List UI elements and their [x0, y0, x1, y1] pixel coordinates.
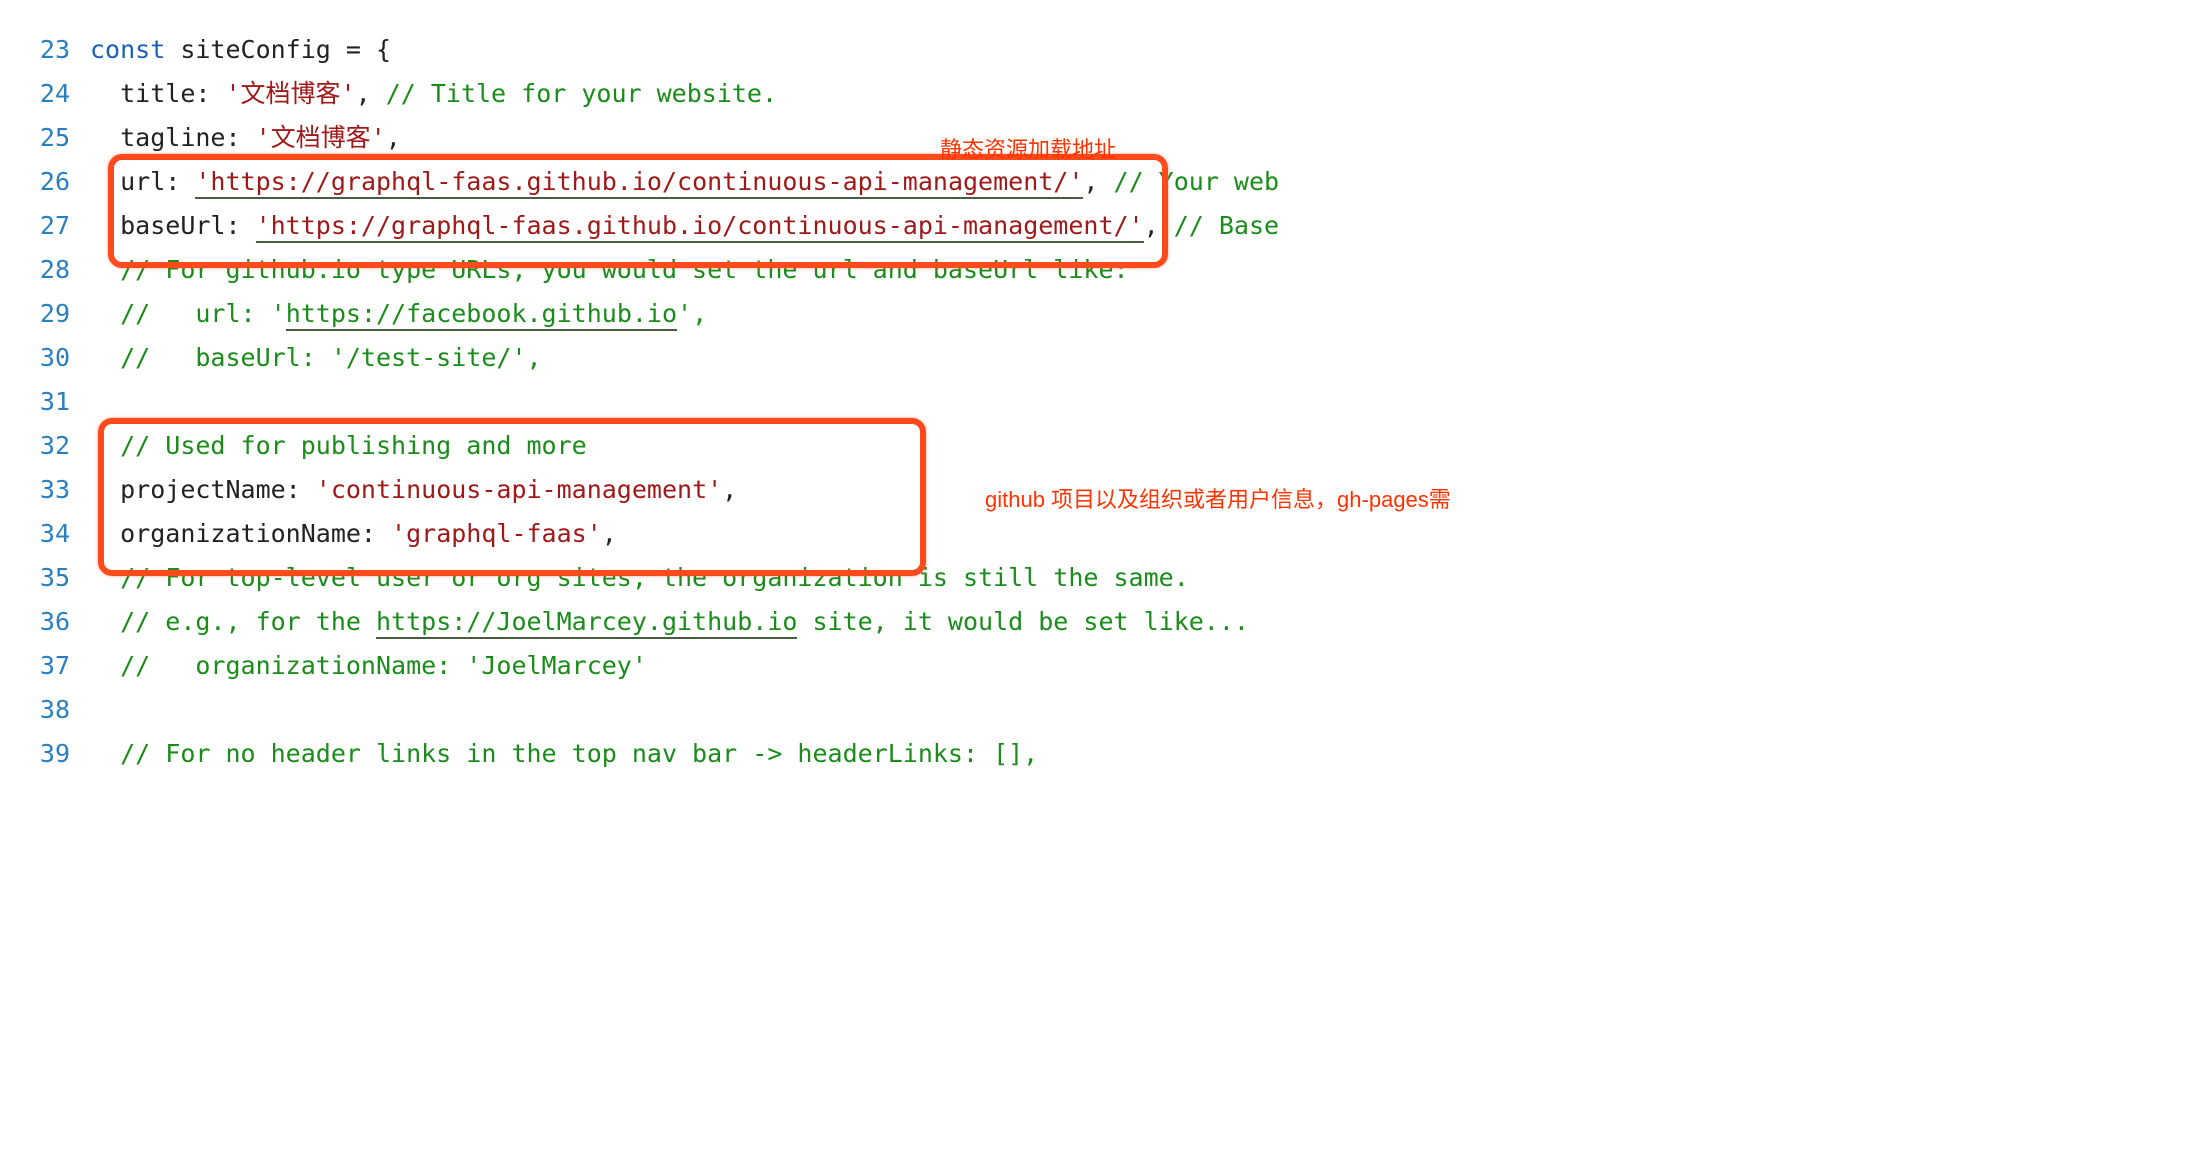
- code-line[interactable]: // For top-level user or org sites, the …: [90, 556, 2208, 600]
- token-indent: [90, 475, 120, 504]
- line-number: 27: [0, 204, 70, 248]
- code-content[interactable]: const siteConfig = { title: '文档博客', // T…: [90, 28, 2208, 776]
- token-plain: ,: [722, 475, 737, 504]
- code-line[interactable]: url: 'https://graphql-faas.github.io/con…: [90, 160, 2208, 204]
- token-indent: [90, 167, 120, 196]
- token-comment: // For top-level user or org sites, the …: [120, 563, 1189, 592]
- token-indent: [90, 563, 120, 592]
- code-line[interactable]: // e.g., for the https://JoelMarcey.gith…: [90, 600, 2208, 644]
- token-comment: // e.g., for the: [120, 607, 376, 636]
- token-keyword: const: [90, 35, 165, 64]
- code-editor[interactable]: 23 24 25 26 27 28 29 30 31 32 33 34 35 3…: [0, 0, 2208, 776]
- token-string: '文档博客': [225, 79, 355, 108]
- token-indent: [90, 299, 120, 328]
- token-indent: [90, 123, 120, 152]
- code-line[interactable]: const siteConfig = {: [90, 28, 2208, 72]
- token-comment: // url: ': [120, 299, 286, 328]
- token-property: tagline:: [120, 123, 255, 152]
- line-number: 37: [0, 644, 70, 688]
- line-number: 35: [0, 556, 70, 600]
- code-line[interactable]: [90, 688, 2208, 732]
- code-line[interactable]: projectName: 'continuous-api-management'…: [90, 468, 2208, 512]
- token-indent: [90, 79, 120, 108]
- token-property: projectName:: [120, 475, 316, 504]
- token-indent: [90, 343, 120, 372]
- token-comment: // Your web: [1114, 167, 1280, 196]
- line-number: 38: [0, 688, 70, 732]
- token-indent: [90, 607, 120, 636]
- line-number: 29: [0, 292, 70, 336]
- token-plain: ,: [386, 123, 401, 152]
- token-comment: // Base: [1174, 211, 1279, 240]
- token-plain: ,: [1083, 167, 1113, 196]
- line-number: 26: [0, 160, 70, 204]
- token-comment: // Used for publishing and more: [120, 431, 587, 460]
- token-comment: // organizationName: 'JoelMarcey': [120, 651, 647, 680]
- line-number: 31: [0, 380, 70, 424]
- token-property: title:: [120, 79, 225, 108]
- token-comment: site, it would be set like...: [797, 607, 1249, 636]
- line-number-gutter: 23 24 25 26 27 28 29 30 31 32 33 34 35 3…: [0, 28, 90, 776]
- line-number: 25: [0, 116, 70, 160]
- code-line[interactable]: baseUrl: 'https://graphql-faas.github.io…: [90, 204, 2208, 248]
- line-number: 23: [0, 28, 70, 72]
- token-string: 'graphql-faas': [391, 519, 602, 548]
- line-number: 30: [0, 336, 70, 380]
- line-number: 24: [0, 72, 70, 116]
- token-indent: [90, 519, 120, 548]
- token-comment: // baseUrl: '/test-site/',: [120, 343, 541, 372]
- token-string-url: 'https://graphql-faas.github.io/continuo…: [195, 167, 1083, 199]
- token-indent: [90, 255, 120, 284]
- line-number: 33: [0, 468, 70, 512]
- line-number: 36: [0, 600, 70, 644]
- code-line[interactable]: [90, 380, 2208, 424]
- line-number: 34: [0, 512, 70, 556]
- code-line[interactable]: // url: 'https://facebook.github.io',: [90, 292, 2208, 336]
- code-line[interactable]: organizationName: 'graphql-faas',: [90, 512, 2208, 556]
- token-plain: siteConfig = {: [165, 35, 391, 64]
- code-line[interactable]: // baseUrl: '/test-site/',: [90, 336, 2208, 380]
- token-string: '文档博客': [256, 123, 386, 152]
- token-indent: [90, 211, 120, 240]
- token-comment-url: https://facebook.github.io: [286, 299, 677, 331]
- token-indent: [90, 739, 120, 768]
- token-property: baseUrl:: [120, 211, 255, 240]
- token-comment: // Title for your website.: [386, 79, 777, 108]
- token-indent: [90, 651, 120, 680]
- code-line[interactable]: // For no header links in the top nav ba…: [90, 732, 2208, 776]
- code-line[interactable]: // Used for publishing and more: [90, 424, 2208, 468]
- code-line[interactable]: // organizationName: 'JoelMarcey': [90, 644, 2208, 688]
- code-line[interactable]: // For github.io type URLs, you would se…: [90, 248, 2208, 292]
- token-comment: ',: [677, 299, 707, 328]
- token-plain: ,: [602, 519, 617, 548]
- token-plain: ,: [1144, 211, 1174, 240]
- token-comment-url: https://JoelMarcey.github.io: [376, 607, 797, 639]
- token-string-url: 'https://graphql-faas.github.io/continuo…: [256, 211, 1144, 243]
- token-string: 'continuous-api-management': [316, 475, 722, 504]
- line-number: 32: [0, 424, 70, 468]
- token-property: url:: [120, 167, 195, 196]
- token-plain: ,: [356, 79, 386, 108]
- line-number: 28: [0, 248, 70, 292]
- token-property: organizationName:: [120, 519, 391, 548]
- token-indent: [90, 431, 120, 460]
- code-line[interactable]: title: '文档博客', // Title for your website…: [90, 72, 2208, 116]
- token-comment: // For github.io type URLs, you would se…: [120, 255, 1128, 284]
- token-comment: // For no header links in the top nav ba…: [120, 739, 1038, 768]
- code-line[interactable]: tagline: '文档博客',: [90, 116, 2208, 160]
- line-number: 39: [0, 732, 70, 776]
